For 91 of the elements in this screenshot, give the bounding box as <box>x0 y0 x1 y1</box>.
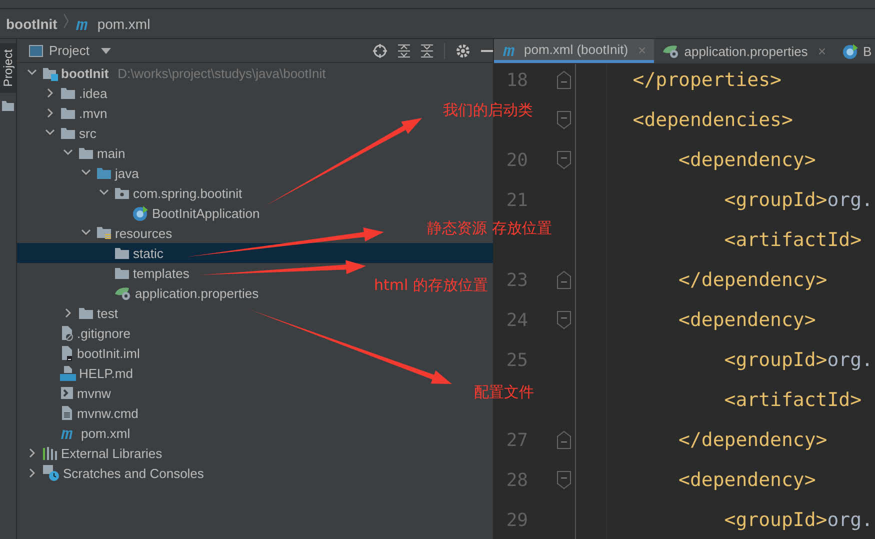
folder-icon <box>96 225 112 241</box>
tree-item[interactable]: HELP.md <box>17 363 133 383</box>
fold-marker-icon[interactable] <box>556 431 570 449</box>
code-line: <groupId>org. <box>723 349 873 371</box>
line-number: 20 <box>505 150 528 170</box>
fold-marker-icon[interactable] <box>556 271 570 289</box>
fold-marker-icon[interactable] <box>556 471 570 489</box>
file-icon <box>60 405 74 421</box>
line-number: 28 <box>505 470 528 490</box>
dropdown-caret-icon <box>101 48 112 54</box>
code-line: </dependency> <box>678 429 828 451</box>
code-line: <groupId>org. <box>723 189 873 211</box>
project-view-dropdown[interactable]: Project <box>29 43 112 58</box>
code-line: </dependency> <box>678 269 828 291</box>
tree-item[interactable]: static <box>17 243 493 263</box>
fold-marker-icon[interactable] <box>556 151 570 169</box>
locate-target-icon[interactable] <box>373 44 387 58</box>
scratch-clock-icon <box>42 464 60 482</box>
tree-item[interactable]: External Libraries <box>17 443 162 463</box>
file-icon <box>60 325 74 341</box>
code-line: <dependency> <box>678 149 816 171</box>
tree-item[interactable]: mvnw <box>17 383 111 403</box>
annotation-text: 我们的启动类 <box>443 101 533 120</box>
tree-item[interactable]: application.properties <box>17 283 259 303</box>
window-icon <box>29 44 43 56</box>
code-line: <artifactId> <box>723 229 862 251</box>
line-number: 29 <box>505 510 528 530</box>
chevron-separator-icon <box>63 13 70 29</box>
folder-icon <box>96 166 112 180</box>
module-path: D:\works\project\studys\java\bootInit <box>118 66 326 80</box>
tree-item[interactable]: bootInit.iml <box>17 343 140 363</box>
annotation-text: 静态资源 存放位置 <box>427 219 552 238</box>
annotation-text: 配置文件 <box>474 383 534 402</box>
collapse-all-icon[interactable] <box>421 44 433 58</box>
tree-item[interactable]: .gitignore <box>17 323 130 343</box>
line-number: 21 <box>505 190 528 210</box>
tree-item[interactable]: com.spring.bootinit <box>17 183 242 203</box>
folder-icon <box>60 126 76 140</box>
folder-icon <box>114 266 130 280</box>
tree-item[interactable]: src <box>17 123 96 143</box>
folder-icon <box>60 106 76 120</box>
line-number: 27 <box>505 430 528 450</box>
tree-item[interactable]: java <box>17 163 139 183</box>
leaf-gear-icon <box>114 285 132 301</box>
tree-item[interactable]: .idea <box>17 83 108 103</box>
tree-item[interactable]: test <box>17 303 118 323</box>
fold-marker-icon[interactable] <box>556 71 570 89</box>
settings-icon[interactable] <box>456 44 470 58</box>
project-tool-tab[interactable]: Project <box>0 43 16 93</box>
code-line: <dependency> <box>678 309 816 331</box>
tree-item[interactable]: BootInitApplication <box>17 203 260 223</box>
tree-item[interactable]: Scratches and Consoles <box>17 463 204 483</box>
folder-icon <box>60 86 76 100</box>
folder-icon <box>114 246 130 260</box>
tree-item[interactable]: resources <box>17 223 172 243</box>
tree-item[interactable]: mvnw.cmd <box>17 403 138 423</box>
leaf-gear-icon <box>662 43 680 59</box>
line-number: 24 <box>505 310 528 330</box>
line-number: 23 <box>505 270 528 290</box>
fold-marker-icon[interactable] <box>556 311 570 329</box>
class-icon <box>132 204 149 222</box>
breadcrumb-item[interactable]: bootInit <box>6 16 58 32</box>
line-number: 18 <box>505 70 528 90</box>
folder-icon <box>78 146 94 160</box>
fold-marker-icon[interactable] <box>556 111 570 129</box>
module-icon <box>42 65 58 81</box>
tree-item[interactable]: bootInit D:\works\project\studys\java\bootInit <box>17 63 326 83</box>
line-number: 25 <box>505 350 528 370</box>
editor-tab[interactable]: pom.xml (bootInit) × <box>494 39 654 63</box>
tree-item[interactable]: .mvn <box>17 103 108 123</box>
library-icon <box>42 445 58 461</box>
markdown-file-icon <box>60 365 76 381</box>
expand-all-icon[interactable] <box>398 44 410 58</box>
breadcrumb-item[interactable]: pom.xml <box>75 16 150 32</box>
code-line: <dependency> <box>678 469 816 491</box>
package-icon <box>114 186 130 200</box>
terminal-icon <box>60 386 74 400</box>
tree-item[interactable]: templates <box>17 263 190 283</box>
tree-item[interactable]: main <box>17 143 126 163</box>
editor-tab[interactable]: application.properties × <box>654 39 834 63</box>
file-icon <box>60 345 74 361</box>
code-line: <artifactId> <box>723 389 862 411</box>
code-line: <groupId>org. <box>723 509 873 531</box>
tree-item[interactable]: pom.xml <box>17 423 130 443</box>
annotation-text: html 的存放位置 <box>374 276 488 295</box>
code-line: </properties> <box>632 69 782 91</box>
folder-icon <box>78 306 94 320</box>
class-icon <box>842 42 859 60</box>
editor-tab[interactable]: B <box>834 39 875 63</box>
folder-icon[interactable] <box>2 101 14 111</box>
code-line: <dependencies> <box>632 109 793 131</box>
